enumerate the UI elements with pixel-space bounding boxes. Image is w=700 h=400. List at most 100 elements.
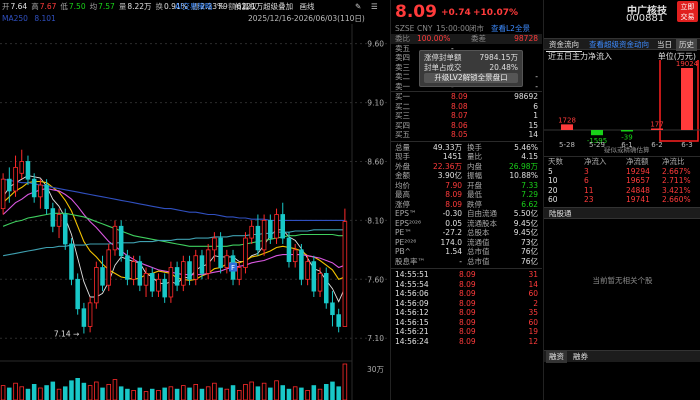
stat-row: 现手 1451 量比 4.15 [391,152,542,162]
pin-icon[interactable]: ✎ [355,1,361,12]
tab-hk-connect[interactable]: 陆股通 [546,208,575,220]
bid-row: 买二 8.08 6 [391,102,542,112]
flow-cell: 23 [584,195,594,204]
volume-bar [193,383,199,400]
tick-row: 14:56:06 8.09 60 [391,289,542,299]
stat-label-2: 振幅 [467,171,482,180]
stat-value-2: 5.46% [514,142,538,152]
draw-tool-button[interactable]: 画线 [300,2,315,11]
overlay-button[interactable]: 超级叠加 [263,2,293,11]
tick-volume: 31 [528,270,538,279]
candle-body [261,219,267,251]
candle-body [323,273,329,304]
ask-label: 卖一 [395,81,410,91]
volume-bar [131,389,136,400]
candle-body [0,178,6,210]
volume-bar [62,386,68,400]
view-l2-link[interactable]: 查看L2全景 [491,24,530,34]
bid-price: 8.07 [451,111,468,120]
tick-volume: 12 [528,336,538,346]
volume-bar [69,380,74,400]
volume-bar [19,386,25,400]
ai-strategy-link[interactable]: AI交易策略 [175,2,212,11]
candle-body [168,267,174,298]
flow-cell: 3 [584,166,589,176]
tick-row: 14:56:24 8.09 12 [391,337,542,347]
tick-row: 14:56:09 8.09 2 [391,299,542,309]
candle-body [19,161,25,174]
more-icon[interactable]: ☰ [371,1,378,12]
volume-bar [31,383,37,400]
stat-row: 最高 8.09 最低 7.29 [391,190,542,200]
bid-row: 买四 8.06 15 [391,121,542,131]
stat-value: 22.36万 [433,161,462,171]
ohlc-value-0: 7.64 [10,2,28,11]
stat-value-2: 9.45亿 [513,228,538,237]
y-tick-label: 8.60 [367,157,384,166]
stat-value-2: 26.98万 [509,161,538,171]
tab-history[interactable]: 历史 [676,39,697,51]
volume-bar [81,382,87,400]
stat-label-2: 量比 [467,152,482,161]
tick-volume: 35 [528,308,538,317]
flow-subcaption: 疑似或精确估算 [604,146,650,154]
flow-cell: 19741 [626,195,650,204]
candle-body [100,267,105,286]
volume-bar [342,363,348,400]
bid-volume: 15 [528,120,538,130]
tab-margin-financing[interactable]: 融资 [546,351,567,363]
flow-cell: 11 [584,185,594,195]
bid-price: 8.05 [451,130,468,139]
candle-body [205,249,211,274]
kline-plot[interactable]: 9.60 9.10 8.60 8.10 7.60 7.10 7.14 → F 30万 [0,0,388,400]
ohlc-value-3: 7.57 [98,2,115,11]
tab-short-selling[interactable]: 融券 [570,351,591,363]
volume-bar [255,386,261,400]
weicha-label: 委差 [471,34,486,43]
candle-body [44,184,49,210]
ohlc-value-4: 8.22万 [127,2,152,11]
stat-label-2: 总市值 [467,256,490,266]
volume-bar [25,388,31,400]
tick-volume: 19 [528,327,538,336]
flow-bar-value: 1728 [558,116,576,124]
candle-body [212,237,217,251]
bid-label: 买一 [395,92,410,101]
candle-body [193,255,199,280]
stock-code: 000881 [626,13,665,24]
tab-capital-flow[interactable]: 资金流向 [546,39,582,52]
upgrade-lv2-button[interactable]: 升级LV2解锁全景盘口 [424,73,518,83]
candle-body [280,214,286,239]
stat-label-2: 最低 [467,190,482,199]
volume-bar [274,380,279,400]
bid-volume: 1 [533,111,538,120]
y-tick-label: 8.10 [367,216,384,225]
volume-bar [162,387,167,400]
stat-row: 股息率™ - 总市值 76亿 [391,257,542,267]
stat-label: 总量 [395,142,410,152]
flow-cell: 5 [548,166,553,176]
quote-panel: 8.09 +0.74 +10.07% SZSE CNY 15:00:00 闭市 … [390,0,542,400]
stat-row: 均价 7.90 开盘 7.33 [391,181,542,191]
tick-list[interactable]: 14:55:51 8.09 31 14:55:54 8.09 14 14:56:06 8.09… [391,270,542,346]
capital-flow-panel: 中广核技 000881 立即 交易 资金流向 查看超级资金动向 当日 历史 近五… [543,0,700,400]
f9-link[interactable]: F9 [219,2,228,11]
tab-today[interactable]: 当日 [654,39,675,51]
trade-now-button[interactable]: 立即 交易 [677,1,698,22]
kline-chart-panel[interactable]: 9.60 9.10 8.60 8.10 7.60 7.10 7.14 → F 30万 开7.64… [0,0,388,400]
tab-super-capital[interactable]: 查看超级资金动向 [586,39,652,51]
ask-label: 卖四 [395,53,410,62]
stat-value: 1451 [442,152,462,161]
tick-price: 8.09 [459,336,476,346]
date-range: 2025/12/16-2026/06/03(110日) [248,14,365,23]
stat-label-2: 总市值 [467,247,490,256]
forward-adjust-button[interactable]: 前复权 [234,2,257,11]
limit-up-popup: 涨停封单额 7984.15万 封单占成交 20.48% 升级LV2解锁全景盘口 [419,50,523,87]
stat-value: -27.2 [442,228,462,237]
stat-value: - [459,256,462,266]
candle-body [336,314,341,327]
bid-label: 买三 [395,111,410,120]
volume-bar [118,386,124,400]
stat-value-2: 10.88% [509,171,538,180]
popup-value-0: 7984.15万 [479,53,518,62]
